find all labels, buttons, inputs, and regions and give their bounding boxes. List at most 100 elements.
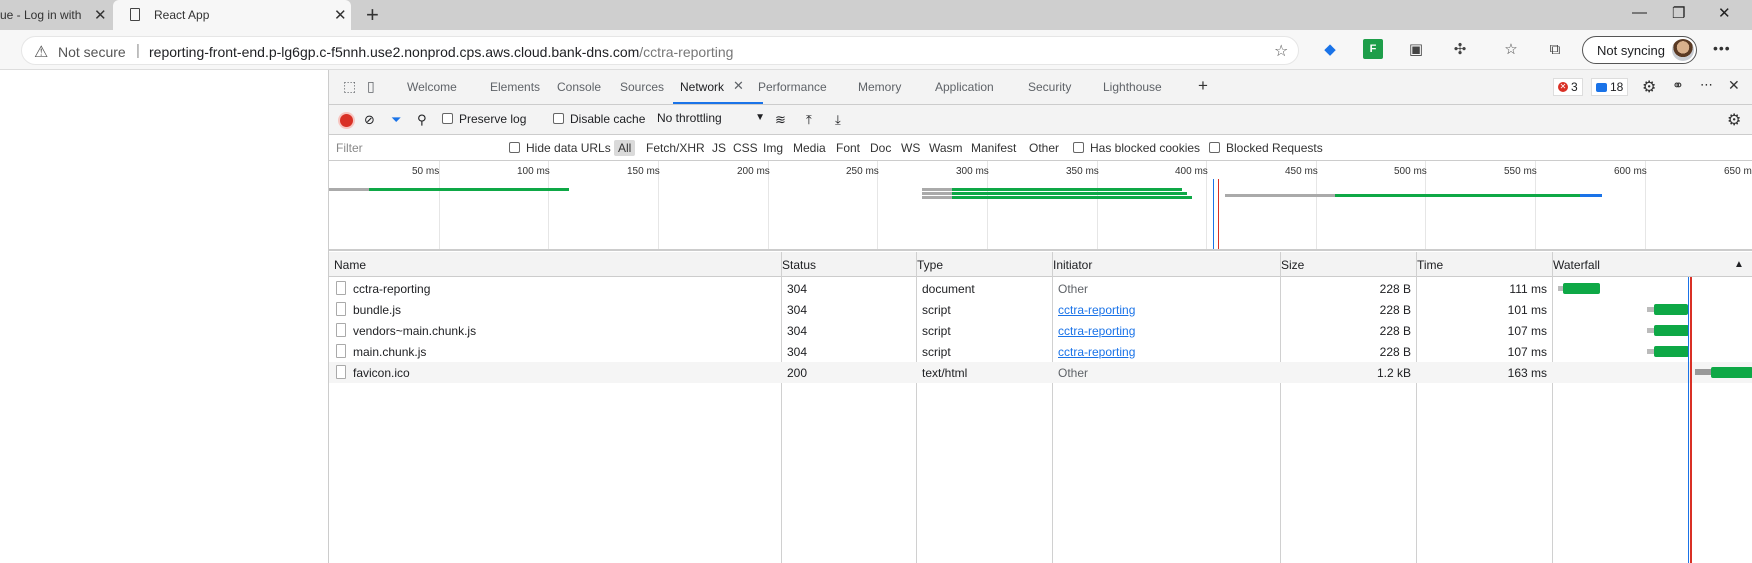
preserve-log-checkbox[interactable]: Preserve log	[442, 112, 526, 126]
extension-blue-icon[interactable]: ◆	[1320, 39, 1340, 59]
network-settings-gear-icon[interactable]: ⚙	[1727, 110, 1741, 130]
request-name[interactable]: bundle.js	[353, 303, 401, 317]
request-type: script	[922, 303, 951, 317]
filter-type-css[interactable]: CSS	[733, 141, 758, 155]
request-name[interactable]: vendors~main.chunk.js	[353, 324, 476, 338]
collections-icon[interactable]: ⧉	[1545, 39, 1565, 59]
network-conditions-icon[interactable]: ≋	[775, 112, 786, 128]
device-toggle-icon[interactable]: ▯	[367, 78, 375, 95]
filter-type-font[interactable]: Font	[836, 141, 860, 155]
browser-tab-login[interactable]: ue - Log in with a ✕	[0, 0, 112, 30]
security-label[interactable]: Not secure	[58, 44, 126, 60]
request-initiator-link[interactable]: cctra-reporting	[1058, 303, 1135, 317]
inspect-icon[interactable]: ⬚	[343, 78, 356, 95]
tab-lighthouse[interactable]: Lighthouse	[1103, 80, 1162, 94]
restore-icon[interactable]: ❐	[1672, 4, 1685, 22]
close-window-icon[interactable]: ✕	[1718, 4, 1731, 22]
request-initiator-link[interactable]: cctra-reporting	[1058, 324, 1135, 338]
filter-type-manifest[interactable]: Manifest	[971, 141, 1016, 155]
tab-network[interactable]: Network	[680, 80, 724, 94]
table-row[interactable]: favicon.ico 200 text/html Other 1.2 kB 1…	[329, 362, 1752, 383]
favorites-icon[interactable]: ☆	[1501, 39, 1521, 59]
record-icon[interactable]	[340, 114, 353, 127]
clear-icon[interactable]: ⊘	[364, 112, 375, 128]
filter-type-wasm[interactable]: Wasm	[929, 141, 963, 155]
filter-type-js[interactable]: JS	[712, 141, 726, 155]
tab-application[interactable]: Application	[935, 80, 994, 94]
tab-console[interactable]: Console	[557, 80, 601, 94]
profile-sync-button[interactable]: Not syncing	[1582, 36, 1697, 64]
has-blocked-cookies-checkbox[interactable]: Has blocked cookies	[1073, 141, 1200, 155]
import-har-icon[interactable]: ⤒	[806, 112, 812, 128]
column-header-waterfall[interactable]: Waterfall	[1553, 258, 1600, 272]
tab-elements[interactable]: Elements	[490, 80, 540, 94]
close-tab-icon[interactable]: ✕	[94, 6, 107, 24]
request-status: 200	[787, 366, 808, 380]
column-header-initiator[interactable]: Initiator	[1053, 258, 1092, 272]
column-header-size[interactable]: Size	[1281, 258, 1304, 272]
sort-ascending-icon[interactable]: ▲	[1734, 259, 1744, 270]
minimize-icon[interactable]: —	[1632, 4, 1647, 21]
settings-gear-icon[interactable]: ⚙	[1642, 77, 1656, 97]
column-header-status[interactable]: Status	[782, 258, 816, 272]
request-name[interactable]: favicon.ico	[353, 366, 410, 380]
table-row[interactable]: cctra-reporting 304 document Other 228 B…	[329, 278, 1752, 299]
table-row[interactable]: main.chunk.js 304 script cctra-reporting…	[329, 341, 1752, 362]
checkbox-icon	[442, 113, 453, 124]
add-favorite-icon[interactable]: ☆	[1274, 41, 1288, 61]
filter-type-all[interactable]: All	[614, 140, 636, 156]
tab-welcome[interactable]: Welcome	[407, 80, 457, 94]
new-tab-icon[interactable]: +	[366, 2, 379, 28]
tab-sources[interactable]: Sources	[620, 80, 664, 94]
request-size: 228 B	[1379, 282, 1411, 296]
extension-gray-icon[interactable]: ▣	[1406, 39, 1426, 59]
close-tab-icon[interactable]: ✕	[334, 6, 347, 24]
search-icon[interactable]: ⚲	[417, 112, 427, 128]
extensions-puzzle-icon[interactable]: ✣	[1450, 39, 1470, 59]
message-count-badge[interactable]: 18	[1591, 78, 1629, 96]
request-time: 107 ms	[1507, 324, 1547, 338]
more-icon[interactable]: •••	[1713, 40, 1731, 56]
url-input[interactable]: ⚠ Not secure | reporting-front-end.p-lg6…	[21, 36, 1299, 65]
checkbox-icon	[509, 142, 520, 153]
request-type: text/html	[922, 366, 968, 380]
browser-tab-strip: ue - Log in with a ✕ React App ✕ + — ❐ ✕	[0, 0, 1752, 30]
filter-type-other[interactable]: Other	[1029, 141, 1059, 155]
request-name[interactable]: main.chunk.js	[353, 345, 426, 359]
filter-type-doc[interactable]: Doc	[870, 141, 891, 155]
hide-data-urls-checkbox[interactable]: Hide data URLs	[509, 141, 611, 155]
close-tab-icon[interactable]: ✕	[733, 78, 744, 94]
close-devtools-icon[interactable]: ✕	[1728, 77, 1740, 94]
error-count-badge[interactable]: ✕ 3	[1553, 78, 1583, 96]
blocked-requests-checkbox[interactable]: Blocked Requests	[1209, 141, 1323, 155]
more-tabs-icon[interactable]: +	[1198, 76, 1208, 96]
tab-performance[interactable]: Performance	[758, 80, 827, 94]
filter-type-media[interactable]: Media	[793, 141, 826, 155]
filter-type-img[interactable]: Img	[763, 141, 783, 155]
extension-green-icon[interactable]: F	[1363, 39, 1383, 59]
request-initiator-link[interactable]: cctra-reporting	[1058, 345, 1135, 359]
tab-memory[interactable]: Memory	[858, 80, 901, 94]
disable-cache-checkbox[interactable]: Disable cache	[553, 112, 645, 126]
export-har-icon[interactable]: ⤓	[835, 112, 841, 128]
filter-type-fetch-xhr[interactable]: Fetch/XHR	[646, 141, 705, 155]
column-header-name[interactable]: Name	[334, 258, 366, 272]
connection-icon[interactable]: ⚭	[1672, 77, 1684, 94]
filter-input[interactable]: Filter	[336, 141, 363, 155]
network-overview-timeline[interactable]: 50 ms 100 ms 150 ms 200 ms 250 ms 300 ms…	[329, 161, 1752, 251]
more-options-icon[interactable]: ⋯	[1700, 77, 1713, 93]
request-name[interactable]: cctra-reporting	[353, 282, 430, 296]
warning-icon[interactable]: ⚠	[34, 42, 48, 62]
filter-type-ws[interactable]: WS	[901, 141, 920, 155]
column-header-time[interactable]: Time	[1417, 258, 1443, 272]
filter-icon[interactable]: ⏷	[391, 112, 401, 128]
waterfall-load-line	[1690, 277, 1692, 563]
column-header-type[interactable]: Type	[917, 258, 943, 272]
browser-tab-react-app[interactable]: React App ✕	[113, 0, 351, 30]
tab-security[interactable]: Security	[1028, 80, 1071, 94]
throttling-select[interactable]: No throttling ▼	[657, 111, 765, 129]
tab-title: React App	[154, 8, 210, 22]
preserve-log-label: Preserve log	[459, 112, 527, 126]
table-row[interactable]: bundle.js 304 script cctra-reporting 228…	[329, 299, 1752, 320]
table-row[interactable]: vendors~main.chunk.js 304 script cctra-r…	[329, 320, 1752, 341]
